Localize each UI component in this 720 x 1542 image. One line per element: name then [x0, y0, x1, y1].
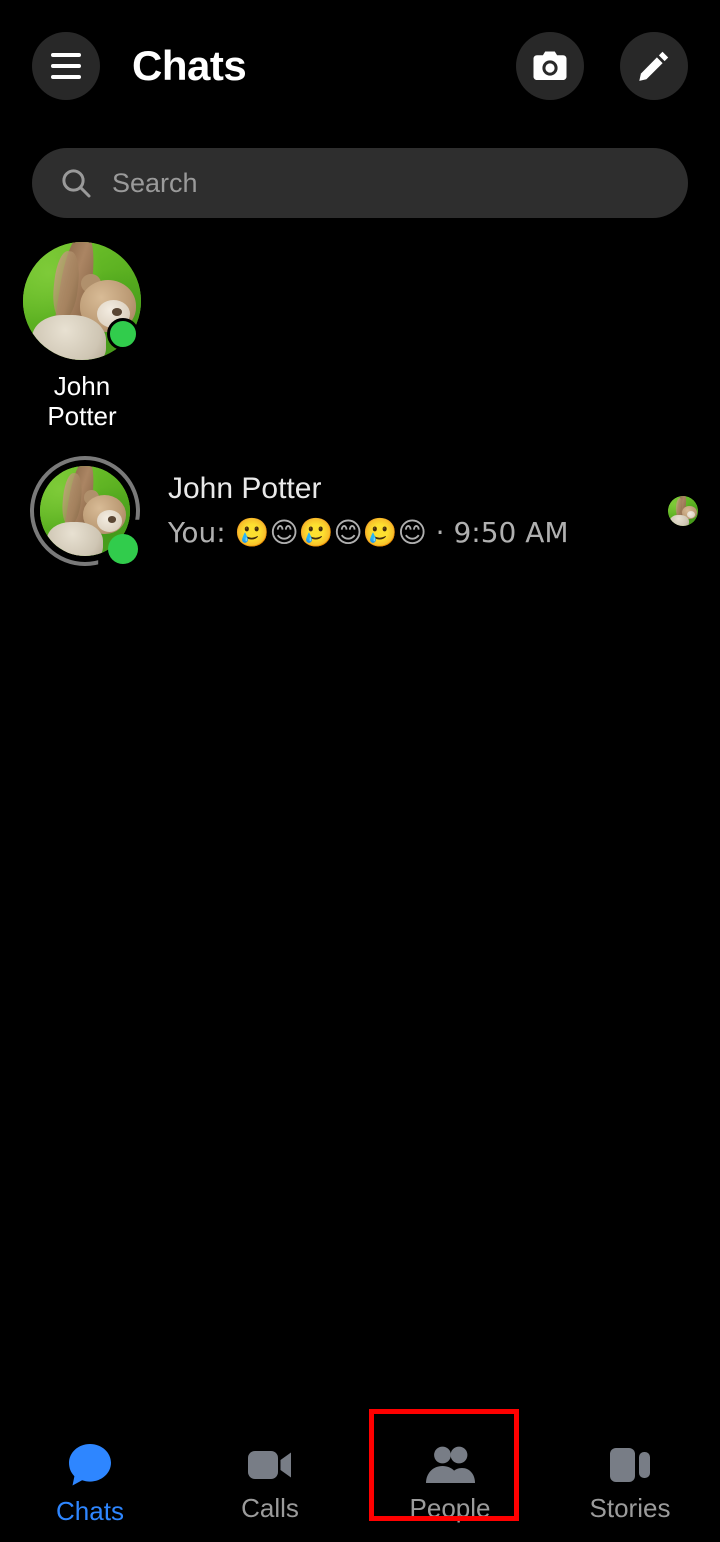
nav-label-people: People: [409, 1493, 491, 1523]
online-status-dot: [107, 318, 139, 350]
people-icon: [426, 1446, 475, 1483]
nav-item-people[interactable]: People: [360, 1409, 540, 1542]
chat-bubble-icon: [69, 1444, 111, 1486]
online-status-dot: [108, 534, 138, 564]
hamburger-menu-button[interactable]: [32, 32, 100, 100]
nav-label-chats: Chats: [56, 1496, 124, 1526]
stories-row: John Potter: [0, 242, 720, 442]
nav-label-calls: Calls: [241, 1493, 299, 1523]
nav-label-stories: Stories: [589, 1493, 671, 1523]
avatar-artwork: [668, 496, 698, 526]
avatar: [668, 496, 698, 526]
hamburger-menu-icon: [51, 75, 81, 79]
nav-item-calls[interactable]: Calls: [180, 1424, 360, 1542]
chat-list: John Potter You: 🥲😊🥲😊🥲😊 · 9:50 AM: [0, 450, 720, 572]
nav-item-stories[interactable]: Stories: [540, 1424, 720, 1542]
chat-contact-name: John Potter: [168, 472, 322, 505]
bottom-navigation-bar: Chats Calls People Stories: [0, 1409, 720, 1542]
hamburger-menu-icon: [51, 64, 81, 68]
nav-item-chats[interactable]: Chats: [0, 1424, 180, 1542]
pencil-compose-icon: [639, 51, 669, 81]
stories-icon: [610, 1448, 650, 1482]
camera-icon: [533, 51, 567, 80]
camera-button[interactable]: [516, 32, 584, 100]
search-input[interactable]: Search: [112, 168, 198, 199]
search-icon: [62, 169, 91, 198]
chat-avatar-wrap[interactable]: [30, 456, 140, 566]
search-bar[interactable]: Search: [32, 148, 688, 218]
hamburger-menu-icon: [51, 53, 81, 57]
chat-text-block: John Potter You: 🥲😊🥲😊🥲😊 · 9:50 AM: [168, 469, 668, 553]
page-title: Chats: [132, 42, 247, 89]
read-receipt-avatar: [668, 496, 698, 526]
video-camera-icon: [248, 1451, 291, 1479]
story-avatar-wrap[interactable]: [23, 242, 141, 360]
chat-row[interactable]: John Potter You: 🥲😊🥲😊🥲😊 · 9:50 AM: [0, 450, 720, 572]
story-item-john-potter[interactable]: John Potter: [22, 242, 142, 431]
chat-message-preview: You: 🥲😊🥲😊🥲😊 · 9:50 AM: [168, 516, 569, 549]
app-header: Chats: [0, 0, 720, 132]
compose-button[interactable]: [620, 32, 688, 100]
story-name-label: John Potter: [47, 371, 117, 431]
